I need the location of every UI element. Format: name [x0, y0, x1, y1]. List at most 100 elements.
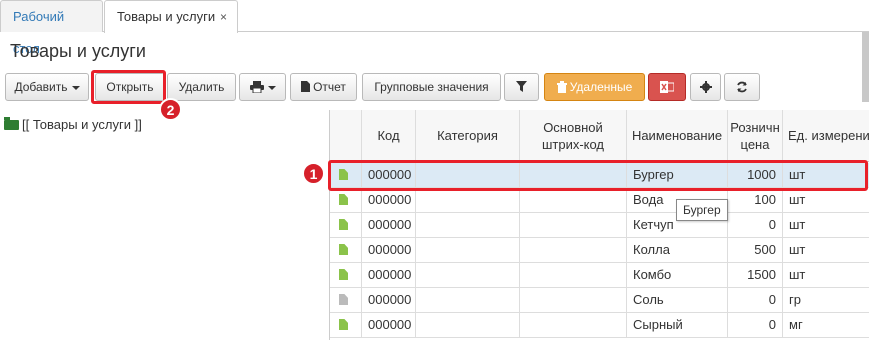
- row-icon-cell: [330, 313, 362, 338]
- document-icon: [339, 319, 348, 330]
- column-header-price[interactable]: Розничн цена: [728, 110, 783, 162]
- document-icon: [339, 294, 348, 305]
- excel-icon: [660, 81, 675, 93]
- report-button-label: Отчет: [313, 80, 346, 94]
- delete-button-label: Удалить: [178, 80, 225, 94]
- cell-unit[interactable]: шт: [783, 263, 869, 288]
- cell-name[interactable]: Соль: [627, 288, 728, 313]
- cell-code[interactable]: 000000: [362, 288, 416, 313]
- print-button[interactable]: [239, 73, 286, 101]
- callout-badge-1: 1: [302, 162, 325, 185]
- refresh-button[interactable]: [724, 73, 760, 101]
- table-row[interactable]: 000000 Соль 0 гр: [330, 288, 869, 313]
- products-table: Код Категория Основной штрих-код Наименов…: [329, 110, 869, 340]
- cell-price[interactable]: 1500: [728, 263, 783, 288]
- cell-unit[interactable]: шт: [783, 213, 869, 238]
- cell-category[interactable]: [416, 288, 520, 313]
- cell-category[interactable]: [416, 313, 520, 338]
- filter-button[interactable]: [504, 73, 539, 101]
- column-unit-label: Ед. измерени: [788, 128, 869, 143]
- scrollbar[interactable]: [862, 32, 869, 102]
- cell-unit[interactable]: шт: [783, 188, 869, 213]
- column-header-unit[interactable]: Ед. измерени: [783, 110, 869, 162]
- column-header-icon: [330, 110, 362, 162]
- column-price-label-1: Розничн: [730, 119, 780, 135]
- cell-barcode[interactable]: [520, 188, 627, 213]
- column-header-name[interactable]: Наименование: [627, 110, 728, 162]
- tab-products-label: Товары и услуги: [117, 9, 216, 24]
- close-icon[interactable]: ×: [220, 1, 227, 33]
- add-button[interactable]: Добавить: [5, 73, 89, 101]
- delete-button[interactable]: Удалить: [167, 73, 236, 101]
- group-values-button[interactable]: Групповые значения: [362, 73, 501, 101]
- row-icon-cell: [330, 263, 362, 288]
- cell-category[interactable]: [416, 238, 520, 263]
- cell-barcode[interactable]: [520, 263, 627, 288]
- chevron-down-icon: [267, 85, 276, 90]
- open-button-highlight: [91, 70, 166, 104]
- cell-name[interactable]: Комбо: [627, 263, 728, 288]
- row-icon-cell: [330, 188, 362, 213]
- cell-price[interactable]: 0: [728, 213, 783, 238]
- table-row[interactable]: 000000 Кетчуп 0 шт: [330, 213, 869, 238]
- cell-unit[interactable]: мг: [783, 313, 869, 338]
- document-icon: [339, 219, 348, 230]
- cell-unit[interactable]: гр: [783, 288, 869, 313]
- tab-desktop[interactable]: Рабочий стол: [0, 0, 103, 56]
- cell-code[interactable]: 000000: [362, 313, 416, 338]
- deleted-button[interactable]: Удаленные: [544, 73, 645, 101]
- tab-bar: Рабочий стол Товары и услуги ×: [0, 0, 869, 56]
- document-icon: [301, 81, 311, 92]
- chevron-down-icon: [71, 85, 80, 90]
- column-category-label: Категория: [437, 128, 498, 143]
- cell-code[interactable]: 000000: [362, 238, 416, 263]
- cell-category[interactable]: [416, 188, 520, 213]
- table-row[interactable]: 000000 Вода 100 шт: [330, 188, 869, 213]
- group-values-label: Групповые значения: [374, 80, 489, 94]
- column-header-barcode[interactable]: Основной штрих-код: [520, 110, 627, 162]
- cell-price[interactable]: 500: [728, 238, 783, 263]
- cell-unit[interactable]: шт: [783, 238, 869, 263]
- filter-icon: [516, 81, 527, 92]
- cell-code[interactable]: 000000: [362, 188, 416, 213]
- cell-price[interactable]: 0: [728, 313, 783, 338]
- printer-icon: [249, 81, 264, 94]
- document-icon: [339, 244, 348, 255]
- cell-price[interactable]: 100: [728, 188, 783, 213]
- table-row[interactable]: 000000 Комбо 1500 шт: [330, 263, 869, 288]
- trash-icon: [556, 81, 567, 93]
- settings-button[interactable]: [690, 73, 721, 101]
- tooltip: Бургер: [676, 199, 728, 221]
- cell-code[interactable]: 000000: [362, 263, 416, 288]
- page-title: Товары и услуги: [10, 41, 146, 61]
- document-icon: [339, 269, 348, 280]
- tree-root-item[interactable]: [[ Товары и услуги ]]: [22, 117, 142, 132]
- folder-icon: [4, 117, 19, 130]
- cell-barcode[interactable]: [520, 313, 627, 338]
- cell-category[interactable]: [416, 263, 520, 288]
- cell-name[interactable]: Колла: [627, 238, 728, 263]
- cell-name[interactable]: Сырный: [627, 313, 728, 338]
- excel-export-button[interactable]: [648, 73, 686, 101]
- row-icon-cell: [330, 288, 362, 313]
- cell-barcode[interactable]: [520, 238, 627, 263]
- cell-category[interactable]: [416, 213, 520, 238]
- table-row[interactable]: 000000 Колла 500 шт: [330, 238, 869, 263]
- column-header-category[interactable]: Категория: [416, 110, 520, 162]
- table-row[interactable]: 000000 Сырный 0 мг: [330, 313, 869, 338]
- cell-barcode[interactable]: [520, 288, 627, 313]
- column-barcode-label-1: Основной: [543, 119, 603, 135]
- column-price-label-2: цена: [740, 136, 770, 152]
- tab-products[interactable]: Товары и услуги ×: [104, 0, 238, 33]
- column-header-code[interactable]: Код: [362, 110, 416, 162]
- category-tree: [[ Товары и услуги ]]: [4, 117, 142, 132]
- cell-price[interactable]: 0: [728, 288, 783, 313]
- column-code-label: Код: [377, 128, 400, 143]
- cell-code[interactable]: 000000: [362, 213, 416, 238]
- gear-icon: [699, 81, 712, 93]
- report-button[interactable]: Отчет: [290, 73, 357, 101]
- cell-barcode[interactable]: [520, 213, 627, 238]
- refresh-icon: [737, 81, 747, 93]
- row-icon-cell: [330, 238, 362, 263]
- row-highlight: [328, 160, 868, 191]
